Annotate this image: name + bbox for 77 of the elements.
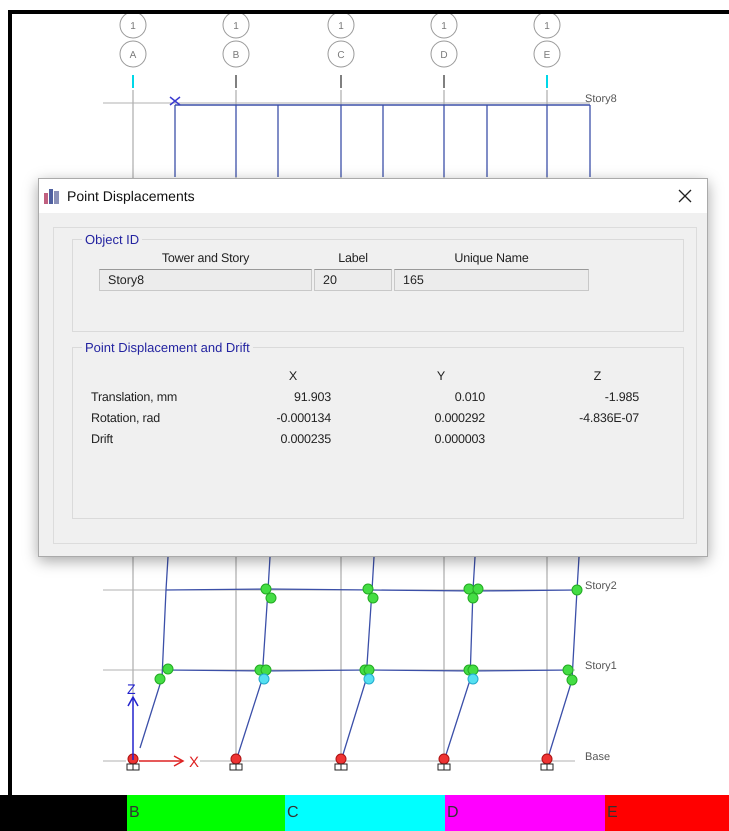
grid-label: C (337, 50, 345, 61)
value-cell-text: 0.010 (454, 390, 485, 404)
hinge-icon (154, 674, 166, 684)
column-header: Z (592, 369, 602, 383)
column-header: Tower and Story (160, 251, 250, 265)
hinge-icon (266, 592, 276, 604)
grid-bubble (120, 14, 146, 38)
support-icon (126, 754, 140, 770)
grid-label: A (130, 50, 136, 61)
grid-label: 1 (441, 21, 447, 32)
story-label: Base (585, 751, 610, 763)
group-title: Object ID (84, 232, 140, 247)
value-cell-text: 0.000003 (433, 432, 485, 446)
x-axis-arrow (139, 755, 185, 767)
story-line (102, 760, 126, 762)
hinge-icon (364, 674, 374, 684)
grid-label: D (440, 50, 448, 61)
grid-bubble (222, 14, 250, 38)
value-cell-text: 0.000235 (279, 432, 331, 446)
value-cell-text: -1.985 (604, 390, 639, 404)
grid-bubble (328, 40, 354, 68)
legend-label: E (607, 804, 618, 822)
grid-bubble (430, 14, 458, 38)
grid-bubble (328, 14, 354, 38)
row-label: Rotation, rad (91, 411, 161, 425)
grid-label: 1 (338, 21, 344, 32)
column-header: Label (337, 251, 369, 265)
support-icon (540, 754, 554, 770)
app-icon (43, 188, 61, 204)
grid-label: E (544, 50, 550, 61)
hinge-icon (562, 664, 574, 676)
story-label: Story8 (585, 93, 617, 105)
grid-bubble (534, 14, 560, 38)
grid-label: B (232, 50, 240, 61)
value-cell-text: -0.000134 (276, 411, 331, 425)
grid-label: 1 (233, 21, 239, 32)
row-label: Drift (91, 432, 114, 446)
hinge-icon (566, 674, 578, 686)
axis-label: X (189, 754, 200, 771)
legend-label: B (129, 804, 140, 822)
grid-bubble (120, 40, 146, 68)
value-cell-text: 0.000292 (433, 411, 485, 425)
hinge-icon (572, 584, 582, 596)
support-icon (334, 754, 348, 770)
close-icon (678, 189, 692, 203)
read-only-field[interactable]: 20 (314, 269, 392, 291)
value-cell-text: -4.836E-07 (578, 411, 639, 425)
z-axis-arrow (127, 695, 139, 760)
support-icon (438, 754, 450, 770)
hinge-icon (468, 592, 478, 604)
hinge-icon (472, 584, 484, 594)
hinge-icon (468, 674, 478, 684)
axis-label: Z (127, 681, 136, 697)
column-header: Y (436, 369, 446, 383)
story-label: Story1 (585, 660, 617, 672)
legend-label: D (447, 804, 459, 822)
grid-bubble (222, 40, 250, 68)
window-title: Point Displacements (67, 188, 196, 204)
hinge-icon (362, 584, 374, 594)
hinge-icon (260, 584, 272, 594)
read-only-field[interactable]: Story8 (99, 269, 312, 291)
grid-label: 1 (130, 21, 136, 32)
column-header: X (288, 369, 298, 383)
read-only-field[interactable]: 165 (394, 269, 589, 291)
hinge-icon (162, 664, 174, 674)
column-header: Unique Name (453, 251, 530, 265)
legend-label: C (287, 804, 299, 822)
row-label: Translation, mm (91, 390, 178, 404)
group-title: Point Displacement and Drift (84, 340, 251, 355)
support-icon (230, 754, 242, 770)
value-cell-text: 91.903 (292, 390, 331, 404)
grid-bubble (430, 40, 458, 68)
grid-label: 1 (544, 21, 550, 32)
story-label: Story2 (585, 580, 617, 592)
grid-bubble (534, 40, 560, 68)
hinge-icon (258, 674, 270, 684)
hinge-icon (368, 592, 378, 604)
